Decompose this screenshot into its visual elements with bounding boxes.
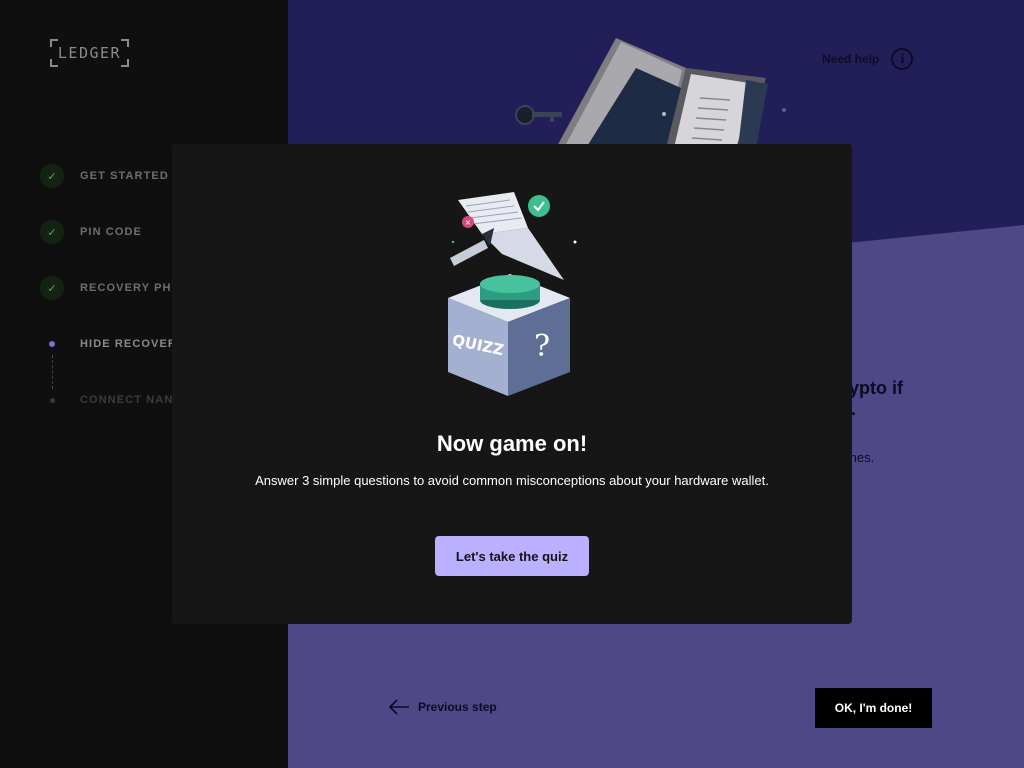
step-pin-code: ✓ PIN CODE (40, 220, 142, 244)
step-label: GET STARTED (80, 170, 169, 182)
modal-description: Answer 3 simple questions to avoid commo… (255, 473, 769, 488)
key-illustration (515, 105, 562, 125)
check-icon: ✓ (40, 276, 64, 300)
check-icon: ✓ (40, 220, 64, 244)
step-connector (52, 355, 53, 389)
quiz-box-illustration: × QUIZZ ? (448, 192, 577, 396)
info-icon: i (891, 48, 914, 70)
ledger-logo: LEDGER (50, 39, 129, 67)
step-label: PIN CODE (80, 226, 142, 238)
check-icon: ✓ (40, 164, 64, 188)
svg-text:×: × (465, 218, 472, 227)
upcoming-step-dot-icon (40, 388, 64, 412)
modal-title: Now game on! (436, 431, 588, 456)
current-step-dot-icon (40, 332, 64, 356)
need-help-label: Need help (822, 52, 880, 66)
quiz-modal: × QUIZZ ? Now game on! Answer 3 simple q… (172, 144, 852, 624)
arrow-left-icon (388, 699, 409, 715)
previous-step-label: Previous step (418, 700, 497, 714)
need-help-link[interactable]: Need help i (822, 48, 914, 70)
question-mark-icon: ? (534, 329, 550, 364)
done-button[interactable]: OK, I'm done! (815, 688, 932, 728)
step-get-started: ✓ GET STARTED (40, 164, 169, 188)
sparkle-icon (782, 108, 786, 112)
take-quiz-button[interactable]: Let's take the quiz (435, 536, 589, 576)
logo-text: LEDGER (57, 44, 122, 62)
open-book-illustration (556, 38, 768, 148)
previous-step-button[interactable]: Previous step (388, 698, 497, 716)
step-recovery-phrase: ✓ RECOVERY PHR... (40, 276, 193, 300)
